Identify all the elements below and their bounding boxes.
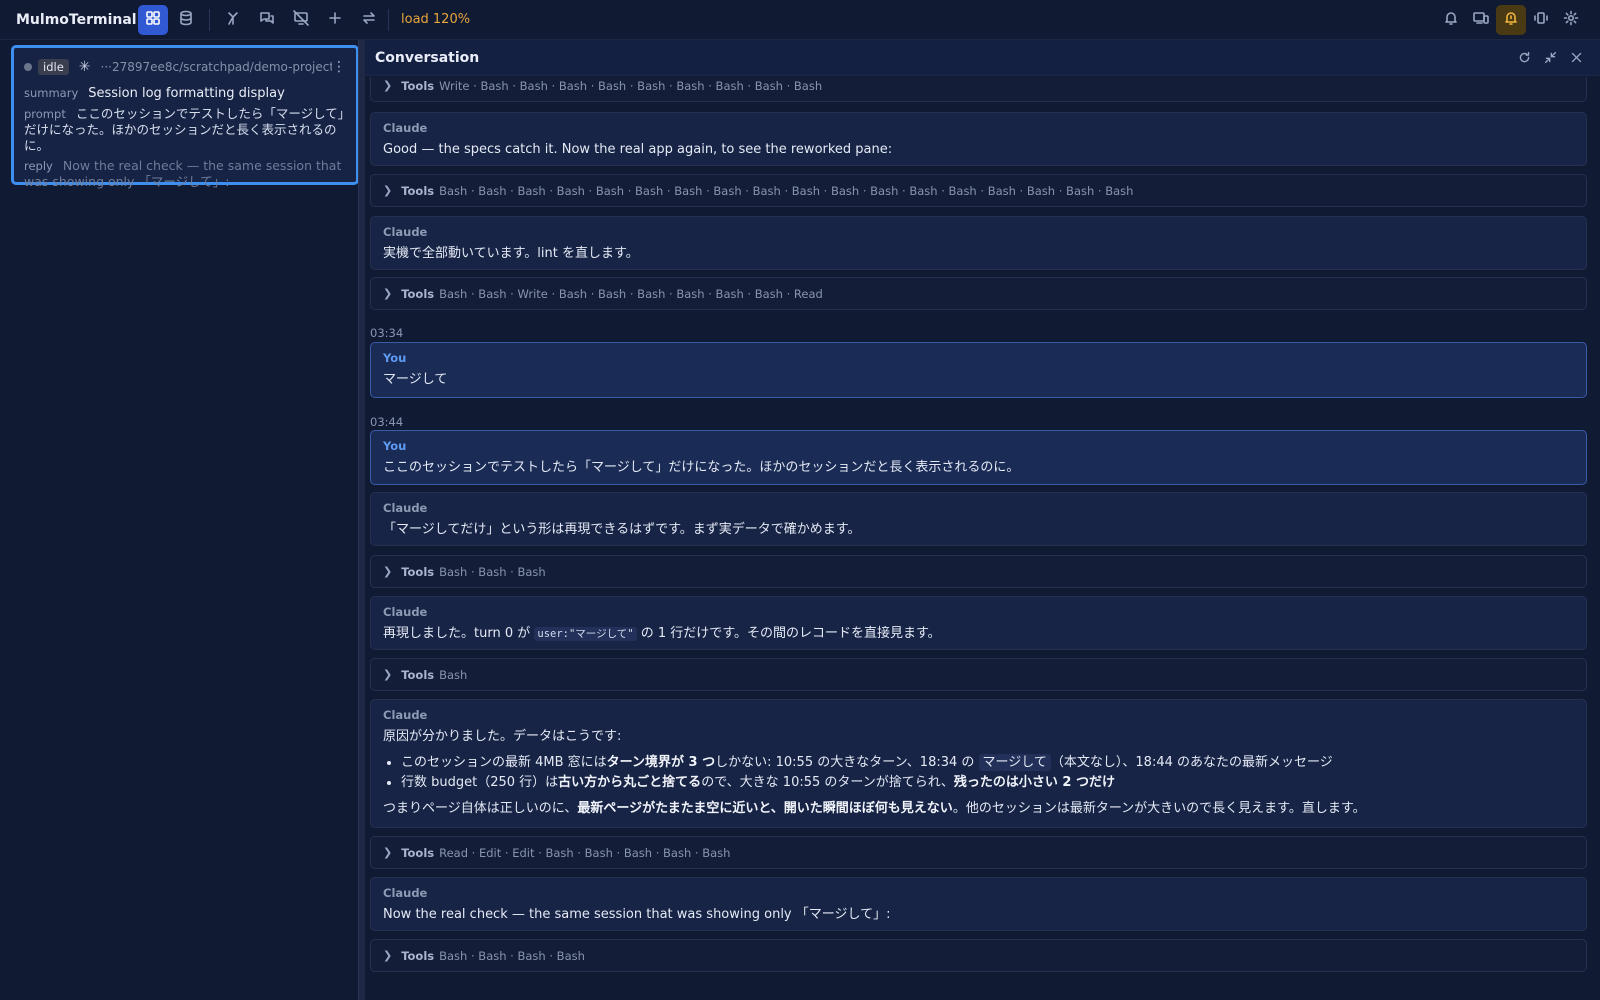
spark-icon: ✳	[78, 59, 91, 75]
chevron-right-icon: ❯	[383, 949, 393, 962]
tools-row[interactable]: ❯ Tools Bash · Bash · Bash · Bash	[370, 939, 1587, 972]
claude-message: Claude 再現しました。turn 0 が user:"マージして" の 1 …	[370, 596, 1587, 650]
chevron-right-icon: ❯	[383, 79, 393, 92]
bell-icon	[1443, 10, 1459, 30]
status-badge: idle	[38, 59, 69, 75]
tools-row[interactable]: ❯ Tools Write · Bash · Bash · Bash · Bas…	[370, 77, 1587, 102]
timestamp: 03:34	[370, 326, 404, 340]
session-prompt: ここのセッションでテストしたら「マージして」だけになった。ほかのセッションだと長…	[24, 106, 344, 153]
list-item: このセッションの最新 4MB 窓にはターン境界が 3 つしかない: 10:55 …	[401, 754, 1574, 772]
add-button[interactable]	[320, 5, 350, 35]
chevron-right-icon: ❯	[383, 287, 393, 300]
bullet-list: このセッションの最新 4MB 窓にはターン境界が 3 つしかない: 10:55 …	[401, 754, 1574, 792]
conversation-panel: Conversation ❯ Tools Write · Bash · Bash…	[365, 40, 1600, 1000]
top-bar: MulmoTerminal load 120%	[0, 0, 1600, 40]
settings-button[interactable]	[1556, 5, 1586, 35]
reply-label: reply	[24, 159, 53, 173]
session-reply: Now the real check — the same session th…	[24, 158, 342, 189]
user-message: You マージして	[370, 342, 1587, 398]
session-card[interactable]: idle ✳ ···27897ee8c/scratchpad/demo-proj…	[11, 45, 359, 189]
timestamp: 03:44	[370, 415, 404, 429]
bell-alert-icon	[1503, 10, 1519, 30]
screen-off-button[interactable]	[286, 5, 316, 35]
vibrate-icon	[1533, 10, 1549, 30]
collapse-icon[interactable]	[1542, 50, 1558, 66]
status-dot	[24, 63, 32, 71]
vibrate-button[interactable]	[1526, 5, 1556, 35]
chevron-right-icon: ❯	[383, 565, 393, 578]
chevron-right-icon: ❯	[383, 846, 393, 859]
more-options-icon[interactable]: ⋮	[332, 59, 346, 75]
refresh-icon[interactable]	[1516, 50, 1532, 66]
chat-button[interactable]	[252, 5, 282, 35]
swap-button[interactable]	[354, 5, 384, 35]
tools-row[interactable]: ❯ Tools Bash · Bash · Write · Bash · Bas…	[370, 277, 1587, 310]
alert-bell-button[interactable]	[1496, 4, 1526, 35]
swap-icon	[361, 10, 377, 30]
close-icon[interactable]	[1568, 50, 1584, 66]
claude-message: Claude 原因が分かりました。データはこうです: このセッションの最新 4M…	[370, 699, 1587, 828]
prompt-label: prompt	[24, 107, 66, 121]
toolbar-divider	[388, 8, 389, 31]
merge-button[interactable]	[218, 5, 248, 35]
tools-row[interactable]: ❯ Tools Read · Edit · Edit · Bash · Bash…	[370, 836, 1587, 869]
database-button[interactable]	[171, 5, 201, 35]
session-summary: Session log formatting display	[88, 86, 285, 101]
notifications-button[interactable]	[1436, 5, 1466, 35]
list-item: 行数 budget（250 行）は古い方から丸ごと捨てるので、大きな 10:55…	[401, 774, 1574, 792]
chat-icon	[259, 10, 275, 30]
panel-resize-handle[interactable]	[358, 40, 365, 1000]
chevron-right-icon: ❯	[383, 184, 393, 197]
conversation-header: Conversation	[365, 40, 1600, 76]
session-sidebar: idle ✳ ···27897ee8c/scratchpad/demo-proj…	[0, 40, 359, 1000]
inline-code: user:"マージして"	[534, 627, 637, 641]
summary-label: summary	[24, 86, 79, 100]
claude-message: Claude Good — the specs catch it. Now th…	[370, 112, 1587, 166]
chevron-right-icon: ❯	[383, 668, 393, 681]
conversation-title: Conversation	[375, 49, 480, 66]
claude-message: Claude 「マージしてだけ」という形は再現できるはずです。まず実データで確か…	[370, 492, 1587, 546]
tools-row[interactable]: ❯ Tools Bash	[370, 658, 1587, 691]
session-path: ···27897ee8c/scratchpad/demo-project	[100, 60, 333, 74]
screen-off-icon	[293, 9, 309, 30]
gear-icon	[1563, 10, 1579, 30]
app-title: MulmoTerminal	[16, 11, 137, 28]
devices-icon	[1473, 10, 1489, 30]
devices-button[interactable]	[1466, 5, 1496, 35]
tools-row[interactable]: ❯ Tools Bash · Bash · Bash · Bash · Bash…	[370, 174, 1587, 207]
plus-icon	[327, 10, 343, 30]
grid-icon	[145, 10, 161, 30]
user-message: You ここのセッションでテストしたら「マージして」だけになった。ほかのセッショ…	[370, 430, 1587, 485]
claude-message: Claude Now the real check — the same ses…	[370, 877, 1587, 931]
tools-row[interactable]: ❯ Tools Bash · Bash · Bash	[370, 555, 1587, 588]
load-indicator: load 120%	[401, 12, 471, 27]
toolbar-divider	[209, 8, 210, 31]
conversation-log[interactable]: ❯ Tools Write · Bash · Bash · Bash · Bas…	[370, 77, 1592, 1000]
grid-view-button[interactable]	[138, 4, 168, 35]
database-icon	[178, 10, 194, 30]
claude-message: Claude 実機で全部動いています。lint を直します。	[370, 216, 1587, 270]
merge-icon	[225, 10, 241, 30]
